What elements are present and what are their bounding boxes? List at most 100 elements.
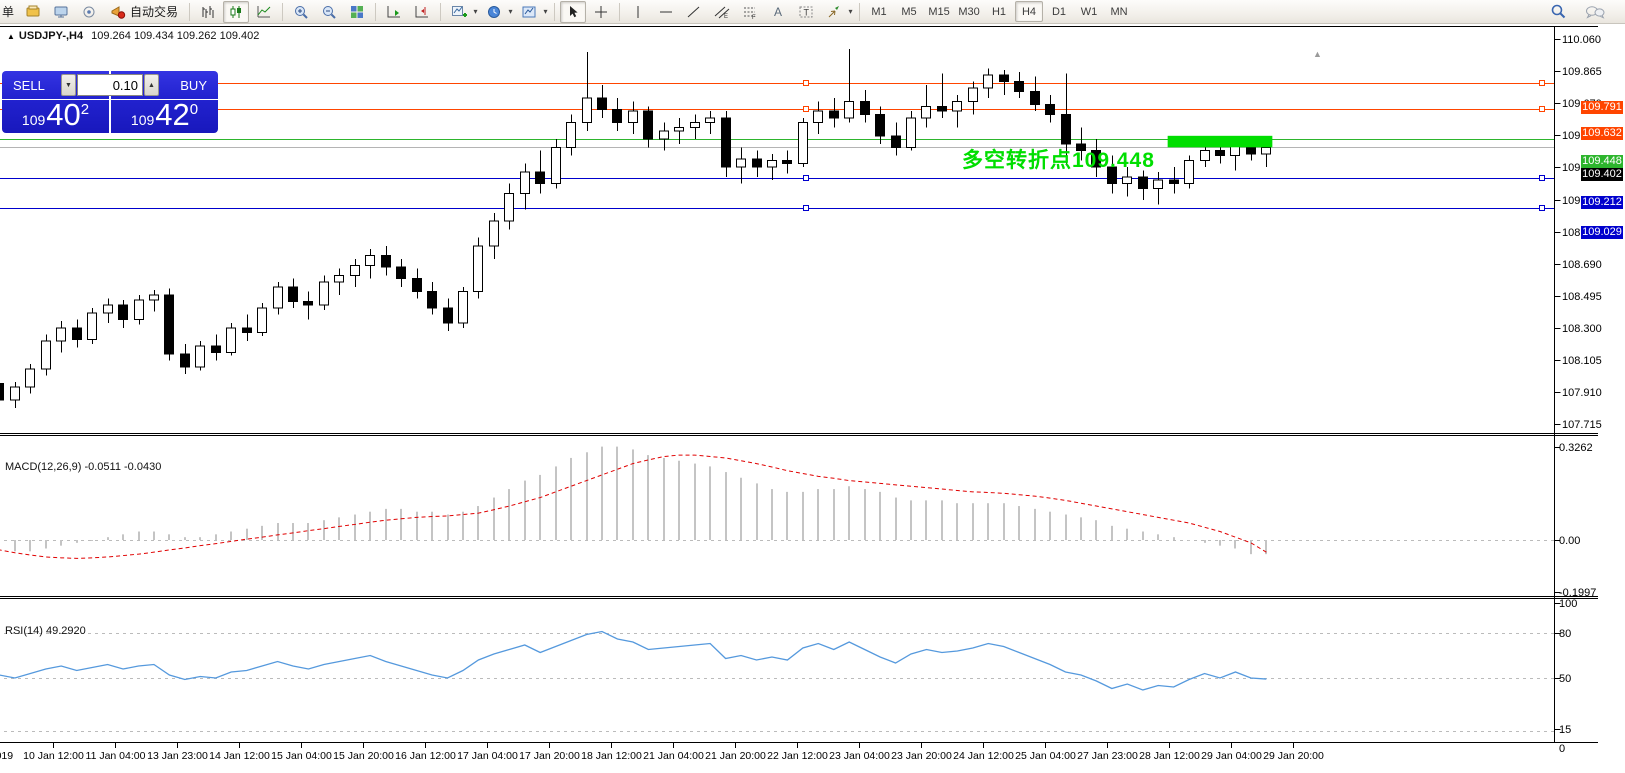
svg-text:22 Jan 12:00: 22 Jan 12:00: [767, 750, 828, 762]
timeframe-h1[interactable]: H1: [985, 1, 1013, 22]
svg-text:107.910: 107.910: [1562, 387, 1602, 399]
level-handle: [1540, 81, 1545, 86]
timeframe-h4[interactable]: H4: [1015, 1, 1043, 22]
chart-canvas[interactable]: 110.060109.865109.670109.475109.280109.0…: [0, 24, 1625, 773]
periods-dropdown[interactable]: ▾: [506, 7, 515, 16]
chart-shift-icon[interactable]: [409, 1, 435, 23]
svg-text:15 Jan 20:00: 15 Jan 20:00: [333, 750, 394, 762]
auto-scroll-icon[interactable]: [381, 1, 407, 23]
svg-text:11 Jan 04:00: 11 Jan 04:00: [86, 750, 146, 762]
timeframe-bar: M1M5M15M30H1H4D1W1MN: [864, 1, 1134, 22]
svg-text:15 Jan 04:00: 15 Jan 04:00: [271, 750, 332, 762]
timeframe-m15[interactable]: M15: [925, 1, 953, 22]
fibonacci-icon[interactable]: F: [737, 1, 763, 23]
svg-text:16 Jan 12:00: 16 Jan 12:00: [395, 750, 456, 762]
svg-text:0.00: 0.00: [1559, 535, 1580, 547]
svg-text:27 Jan 23:00: 27 Jan 23:00: [1077, 750, 1138, 762]
buy-price: 109420: [111, 100, 218, 133]
timeframe-m5[interactable]: M5: [895, 1, 923, 22]
indicator-level-lines: [0, 541, 1555, 732]
svg-text:23 Jan 04:00: 23 Jan 04:00: [829, 750, 890, 762]
svg-text:14 Jan 12:00: 14 Jan 12:00: [209, 750, 270, 762]
level-handle: [1540, 107, 1545, 112]
terminals-icon[interactable]: [48, 1, 74, 23]
svg-text:108.105: 108.105: [1562, 355, 1602, 367]
level-handle: [1540, 206, 1545, 211]
indicators-icon[interactable]: [446, 1, 472, 23]
svg-text:108.690: 108.690: [1562, 259, 1602, 271]
svg-text:17 Jan 20:00: 17 Jan 20:00: [519, 750, 580, 762]
line-chart-icon[interactable]: [251, 1, 277, 23]
text-icon[interactable]: A: [765, 1, 791, 23]
trendline-icon[interactable]: [681, 1, 707, 23]
svg-text:110.060: 110.060: [1562, 34, 1601, 46]
periods-icon[interactable]: [481, 1, 507, 23]
tile-windows-icon[interactable]: [344, 1, 370, 23]
toolbar: 单 自动交易 ▾ ▾: [0, 0, 1625, 24]
svg-text:21 Jan 20:00: 21 Jan 20:00: [705, 750, 766, 762]
svg-text:A: A: [774, 5, 782, 19]
vertical-line-icon[interactable]: [625, 1, 651, 23]
new-order-button[interactable]: 单: [2, 3, 17, 20]
volume-input[interactable]: [77, 74, 143, 96]
svg-text:107.715: 107.715: [1562, 419, 1602, 431]
arrows-icon[interactable]: [821, 1, 847, 23]
search-icon[interactable]: [1545, 1, 1571, 23]
svg-text:0: 0: [1559, 743, 1565, 755]
toolbar-separator: [859, 3, 860, 21]
price-level-lines: [0, 81, 1555, 211]
crosshair-icon[interactable]: [588, 1, 614, 23]
arrows-dropdown[interactable]: ▾: [846, 7, 855, 16]
news-icon[interactable]: [76, 1, 102, 23]
templates-icon[interactable]: [516, 1, 542, 23]
timeframe-m1[interactable]: M1: [865, 1, 893, 22]
svg-text:109.670: 109.670: [1562, 98, 1602, 110]
equidistant-channel-icon[interactable]: E: [709, 1, 735, 23]
buy-label: BUY: [180, 78, 207, 93]
auto-trading-button[interactable]: 自动交易: [104, 1, 184, 23]
order-book-icon[interactable]: [20, 1, 46, 23]
sell-label: SELL: [13, 78, 45, 93]
toolbar-separator: [554, 3, 555, 21]
svg-text:0.3262: 0.3262: [1559, 442, 1593, 454]
toolbar-separator: [282, 3, 283, 21]
level-handle: [804, 107, 809, 112]
level-handle: [804, 206, 809, 211]
timeframe-w1[interactable]: W1: [1075, 1, 1103, 22]
svg-text:28 Jan 12:00: 28 Jan 12:00: [1139, 750, 1200, 762]
highlight: [1168, 136, 1273, 147]
text-label-icon[interactable]: T: [793, 1, 819, 23]
chat-icon[interactable]: [1582, 1, 1608, 23]
svg-text:109.475: 109.475: [1562, 130, 1602, 142]
timeframe-m30[interactable]: M30: [955, 1, 983, 22]
templates-dropdown[interactable]: ▾: [541, 7, 550, 16]
auto-trading-label: 自动交易: [130, 3, 178, 20]
horizontal-line-icon[interactable]: [653, 1, 679, 23]
svg-text:50: 50: [1559, 673, 1571, 685]
volume-spinner: ▼▲: [61, 74, 159, 96]
level-handle: [1540, 176, 1545, 181]
chart-window: 110.060109.865109.670109.475109.280109.0…: [0, 24, 1625, 773]
svg-text:23 Jan 20:00: 23 Jan 20:00: [891, 750, 952, 762]
svg-text:Jan 2019: Jan 2019: [0, 750, 13, 762]
level-handle: [804, 176, 809, 181]
svg-text:108.885: 108.885: [1562, 227, 1602, 239]
svg-text:29 Jan 04:00: 29 Jan 04:00: [1201, 750, 1262, 762]
volume-increase-button[interactable]: ▲: [144, 74, 159, 96]
toolbar-separator: [189, 3, 190, 21]
candlestick-chart-icon[interactable]: [223, 1, 249, 23]
svg-text:18 Jan 12:00: 18 Jan 12:00: [581, 750, 642, 762]
svg-text:80: 80: [1559, 628, 1571, 640]
timeframe-mn[interactable]: MN: [1105, 1, 1133, 22]
zoom-in-icon[interactable]: [288, 1, 314, 23]
volume-decrease-button[interactable]: ▼: [61, 74, 76, 96]
indicators-dropdown[interactable]: ▾: [471, 7, 480, 16]
svg-text:108.300: 108.300: [1562, 323, 1602, 335]
svg-text:T: T: [804, 7, 810, 17]
cursor-icon[interactable]: [560, 1, 586, 23]
highlight-zone: [1168, 136, 1273, 147]
svg-text:100: 100: [1559, 598, 1577, 610]
zoom-out-icon[interactable]: [316, 1, 342, 23]
timeframe-d1[interactable]: D1: [1045, 1, 1073, 22]
bar-chart-icon[interactable]: [195, 1, 221, 23]
